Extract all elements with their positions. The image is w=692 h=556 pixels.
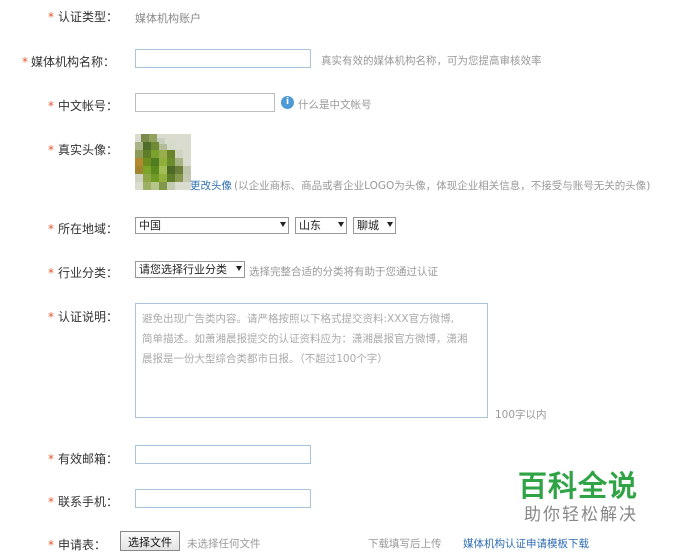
city-select[interactable]: 聊城 (353, 217, 396, 234)
description-placeholder-line: 简单描述。如萧湘晨报提交的认证资料应为：潇湘晨报官方微博，潇湘 (142, 333, 468, 345)
chevron-down-icon (236, 266, 242, 271)
province-select-value: 山东 (299, 219, 321, 232)
chevron-down-icon (387, 222, 393, 227)
description-textarea[interactable]: 避免出现广告类内容。请严格按照以下格式提交资料:XXX官方微博, 简单描述。如萧… (135, 303, 488, 418)
industry-label: 行业分类： (58, 266, 119, 280)
region-label: 所在地域： (58, 222, 119, 236)
chevron-down-icon (338, 222, 344, 227)
watermark-title: 百科全说 (518, 469, 639, 503)
industry-hint: 选择完整合适的分类将有助于您通过认证 (249, 266, 438, 278)
info-icon[interactable]: i (281, 96, 294, 109)
org-name-input[interactable] (135, 49, 311, 68)
avatar-hint: (以企业商标、商品或者企业LOGO为头像，体现企业相关信息，不接受与账号无关的头… (234, 180, 651, 192)
required-star: * (48, 495, 54, 509)
avatar-label: 真实头像： (58, 143, 119, 157)
required-star: * (48, 538, 54, 552)
required-star: * (48, 266, 54, 280)
country-select[interactable]: 中国 (135, 217, 289, 234)
description-placeholder-line: 晨报是一份大型综合类都市日报。（不超过100个字） (142, 353, 388, 365)
required-star: * (48, 452, 54, 466)
industry-select-value: 请您选择行业分类 (139, 263, 227, 276)
template-download-link[interactable]: 媒体机构认证申请模板下载 (463, 536, 589, 551)
phone-label: 联系手机： (58, 495, 119, 509)
chinese-account-help-link[interactable]: 什么是中文帐号 (298, 97, 372, 112)
chinese-account-label: 中文帐号： (58, 99, 119, 113)
chinese-account-input[interactable] (135, 93, 275, 112)
email-label: 有效邮箱： (58, 452, 119, 466)
phone-field[interactable] (135, 489, 311, 508)
file-status: 未选择任何文件 (187, 538, 261, 550)
required-star: * (22, 55, 28, 69)
city-select-value: 聊城 (357, 219, 379, 232)
description-label: 认证说明： (58, 310, 119, 324)
chevron-down-icon (280, 222, 286, 227)
org-name-label: 媒体机构名称： (31, 55, 116, 69)
required-star: * (48, 222, 54, 236)
cert-type-value: 媒体机构账户 (135, 12, 201, 25)
description-placeholder-line: 避免出现广告类内容。请严格按照以下格式提交资料:XXX官方微博, (142, 313, 454, 325)
cert-type-label: 认证类型： (58, 10, 119, 24)
description-char-limit: 100字以内 (495, 409, 547, 421)
avatar-image (135, 134, 191, 190)
change-avatar-link[interactable]: 更改头像 (190, 178, 232, 193)
industry-select[interactable]: 请您选择行业分类 (135, 261, 245, 278)
required-star: * (48, 99, 54, 113)
required-star: * (48, 310, 54, 324)
application-label: 申请表： (58, 538, 107, 552)
required-star: * (48, 10, 54, 24)
choose-file-button[interactable]: 选择文件 (120, 531, 180, 551)
province-select[interactable]: 山东 (295, 217, 347, 234)
application-hint: 下载填写后上传 (368, 538, 442, 550)
required-star: * (48, 143, 54, 157)
country-select-value: 中国 (139, 219, 161, 232)
email-field[interactable] (135, 445, 311, 464)
org-name-hint: 真实有效的媒体机构名称，可为您提高审核效率 (321, 55, 542, 67)
watermark-subtitle: 助你轻松解决 (524, 505, 638, 525)
